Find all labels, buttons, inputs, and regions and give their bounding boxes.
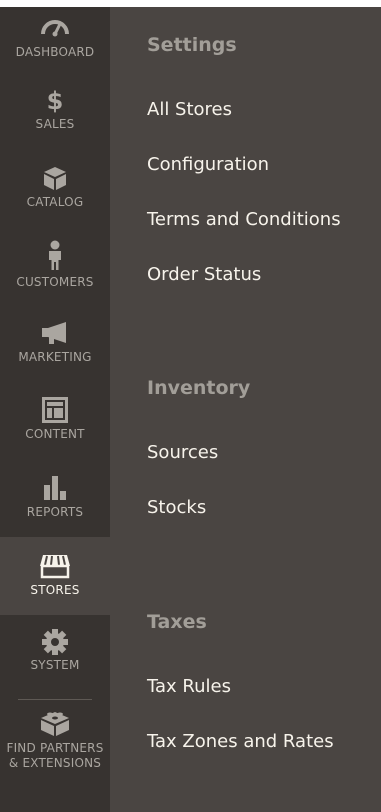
- dollar-icon: $: [45, 87, 65, 113]
- nav-item-system[interactable]: SYSTEM: [0, 628, 110, 673]
- nav-label-content: CONTENT: [25, 427, 85, 441]
- svg-text:$: $: [47, 87, 64, 113]
- storefront-icon: [39, 553, 71, 579]
- section-title-taxes: Taxes: [147, 611, 207, 633]
- nav-label-sales: SALES: [35, 117, 75, 131]
- nav-item-find-partners[interactable]: FIND PARTNERS & EXTENSIONS: [0, 707, 110, 771]
- nav-item-dashboard[interactable]: DASHBOARD: [0, 15, 110, 60]
- nav-label-dashboard: DASHBOARD: [15, 45, 95, 59]
- nav-item-stores[interactable]: STORES: [0, 537, 110, 615]
- box-icon: [42, 165, 68, 191]
- nav-item-sales[interactable]: $ SALES: [0, 87, 110, 132]
- menu-link-terms-and-conditions[interactable]: Terms and Conditions: [147, 209, 341, 230]
- nav-label-stores: STORES: [30, 583, 80, 597]
- gear-icon: [41, 628, 69, 655]
- nav-label-find-partners: FIND PARTNERS & EXTENSIONS: [6, 741, 104, 770]
- nav-label-catalog: CATALOG: [26, 195, 84, 209]
- nav-label-marketing: MARKETING: [18, 350, 92, 364]
- layout-icon: [42, 397, 68, 423]
- menu-link-all-stores[interactable]: All Stores: [147, 99, 232, 120]
- menu-link-tax-zones-and-rates[interactable]: Tax Zones and Rates: [147, 731, 334, 752]
- nav-item-content[interactable]: CONTENT: [0, 397, 110, 442]
- nav-label-reports: REPORTS: [26, 505, 84, 519]
- section-title-inventory: Inventory: [147, 377, 251, 399]
- menu-link-order-status[interactable]: Order Status: [147, 264, 261, 285]
- nav-item-catalog[interactable]: CATALOG: [0, 165, 110, 210]
- bar-chart-icon: [42, 475, 68, 501]
- nav-item-customers[interactable]: CUSTOMERS: [0, 240, 110, 290]
- nav-item-reports[interactable]: REPORTS: [0, 475, 110, 520]
- megaphone-icon: [40, 320, 70, 346]
- sidebar-divider: [18, 699, 92, 700]
- blocks-icon: [38, 707, 72, 737]
- person-icon: [45, 240, 65, 271]
- section-title-settings: Settings: [147, 34, 237, 56]
- menu-link-sources[interactable]: Sources: [147, 442, 218, 463]
- menu-link-tax-rules[interactable]: Tax Rules: [147, 676, 231, 697]
- stores-flyout-menu: Settings All Stores Configuration Terms …: [110, 7, 381, 812]
- nav-item-marketing[interactable]: MARKETING: [0, 320, 110, 365]
- nav-label-system: SYSTEM: [30, 658, 80, 672]
- admin-sidebar: DASHBOARD $ SALES CATALOG CUSTOMERS MARK…: [0, 7, 110, 812]
- nav-label-customers: CUSTOMERS: [16, 275, 94, 289]
- top-strip: [0, 0, 381, 7]
- menu-link-configuration[interactable]: Configuration: [147, 154, 269, 175]
- dashboard-icon: [40, 15, 70, 41]
- menu-link-stocks[interactable]: Stocks: [147, 497, 206, 518]
